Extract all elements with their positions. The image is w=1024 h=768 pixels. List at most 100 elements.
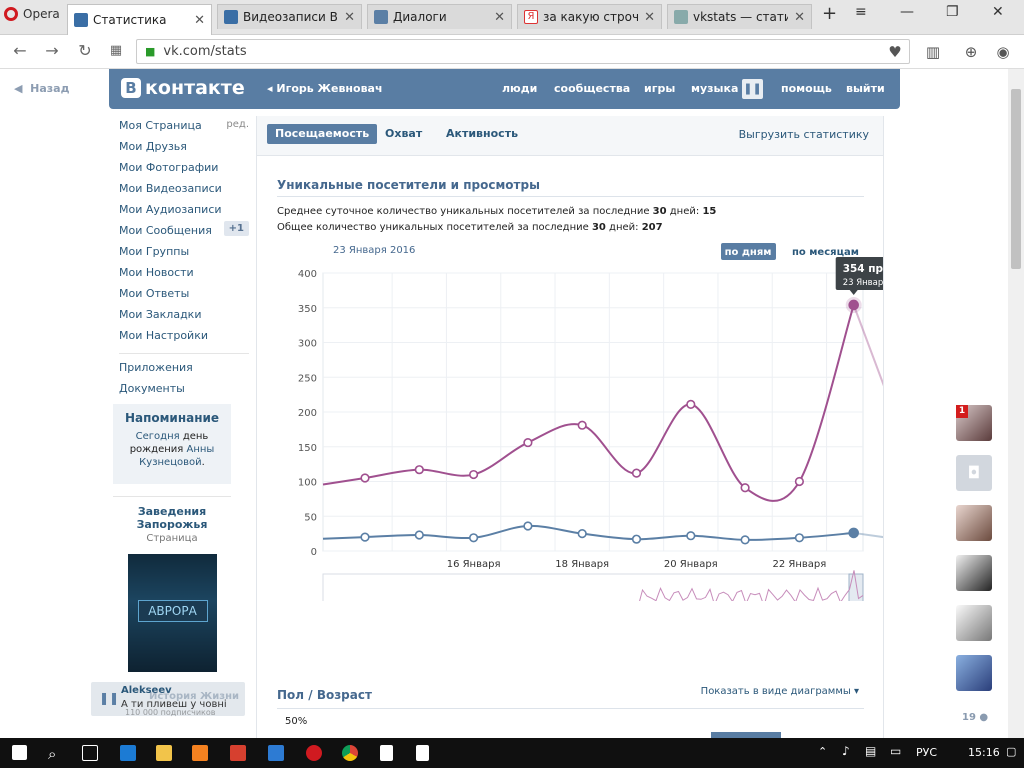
- edge-icon[interactable]: [120, 745, 136, 761]
- close-tab-icon[interactable]: ✕: [344, 10, 355, 25]
- tab-reach[interactable]: Охват: [377, 124, 430, 144]
- edit-link[interactable]: ред.: [226, 119, 249, 130]
- ad-image[interactable]: АВРОРА: [127, 554, 217, 672]
- friend-avatar[interactable]: [956, 655, 992, 691]
- language-indicator[interactable]: РУС: [916, 746, 937, 759]
- nav-logout[interactable]: выйти: [846, 82, 885, 95]
- nav-games[interactable]: игры: [644, 82, 675, 95]
- total-visitors-line: Общее количество уникальных посетителей …: [277, 222, 663, 233]
- tab-attendance[interactable]: Посещаемость: [267, 124, 378, 144]
- nav-help[interactable]: помощь: [781, 82, 832, 95]
- ad-block[interactable]: Заведения Запорожья Страница АВРОРА: [113, 496, 231, 672]
- sidebar-item-messages[interactable]: Мои Сообщения +1: [119, 221, 249, 245]
- tab-activity[interactable]: Активность: [438, 124, 526, 144]
- music-pause-icon[interactable]: ❚❚: [742, 79, 763, 99]
- keyboard-icon[interactable]: ▭: [890, 744, 901, 758]
- minimize-icon[interactable]: —: [900, 4, 914, 20]
- url-field[interactable]: ■ vk.com/stats: [136, 39, 910, 64]
- opera-taskbar-icon[interactable]: [306, 745, 322, 761]
- close-tab-icon[interactable]: ✕: [494, 10, 505, 25]
- speed-dial-grid-icon[interactable]: ▦: [106, 41, 126, 61]
- nav-people[interactable]: люди: [502, 82, 537, 95]
- vkstats-extension-icon[interactable]: ▥: [924, 43, 942, 61]
- back-link[interactable]: ◀ Назад: [14, 82, 69, 95]
- tab-dialogs[interactable]: Диалоги ✕: [367, 4, 512, 29]
- ad-subtitle: Страница: [146, 533, 198, 544]
- reload-icon[interactable]: ↻: [75, 41, 95, 61]
- friends-online-count[interactable]: 19 ●: [962, 712, 988, 723]
- volume-icon[interactable]: ♪: [842, 744, 850, 758]
- sidebar-item-answers[interactable]: Мои Ответы: [119, 287, 249, 308]
- windows-start-icon[interactable]: [12, 745, 27, 760]
- tab-yandex[interactable]: Я за какую строчку... ✕: [517, 4, 662, 29]
- lock-icon: ■: [145, 45, 156, 58]
- player-pause-icon[interactable]: ❚❚: [99, 691, 119, 705]
- document-icon[interactable]: [416, 745, 429, 761]
- heart-icon[interactable]: ♥: [886, 43, 904, 61]
- clock[interactable]: 15:16: [968, 746, 1000, 759]
- reminder-today-link[interactable]: Сегодня: [136, 431, 180, 442]
- audio-app-icon[interactable]: [268, 745, 284, 761]
- tab-vkstats[interactable]: vkstats — статист... ✕: [667, 4, 812, 29]
- maximize-icon[interactable]: ❐: [946, 4, 959, 20]
- user-name-link[interactable]: ◂ Игорь Жевновач: [267, 82, 383, 95]
- forward-arrow-icon[interactable]: →: [42, 41, 62, 61]
- tab-statistics[interactable]: Статистика ✕: [67, 4, 212, 35]
- current-date-label: 23 Января 2016: [333, 245, 415, 256]
- friend-avatar[interactable]: [956, 505, 992, 541]
- age-axis-tick: 50%: [285, 716, 308, 727]
- export-stats-link[interactable]: Выгрузить статистику: [739, 128, 869, 141]
- sidebar-item-videos[interactable]: Мои Видеозаписи: [119, 182, 249, 203]
- download-icon[interactable]: ⊕: [962, 43, 980, 61]
- tab-menu-icon[interactable]: ≡: [855, 4, 867, 20]
- close-tab-icon[interactable]: ✕: [644, 10, 655, 25]
- notifications-icon[interactable]: ▢: [1006, 745, 1016, 758]
- period-by-month-link[interactable]: по месяцам: [792, 247, 859, 258]
- sidebar-item-documents[interactable]: Документы: [119, 382, 249, 403]
- nav-communities[interactable]: сообщества: [554, 82, 630, 95]
- chevron-up-icon[interactable]: ⌃: [818, 745, 827, 758]
- visitors-chart: 0 50 100 150 200 250 300 350 400 16 Января 18 Янва…: [257, 241, 936, 637]
- reminder-title: Напоминание: [124, 411, 220, 425]
- file-explorer-icon[interactable]: [156, 745, 172, 761]
- opera-logo-icon: [4, 7, 18, 21]
- task-view-icon[interactable]: [82, 745, 98, 761]
- sidebar-item-settings[interactable]: Мои Настройки: [119, 329, 249, 350]
- close-tab-icon[interactable]: ✕: [794, 10, 805, 25]
- media-player-icon[interactable]: [192, 745, 208, 761]
- new-tab-plus-icon[interactable]: +: [822, 3, 837, 24]
- document-icon[interactable]: [380, 745, 393, 761]
- vk-logo[interactable]: В контакте: [121, 77, 245, 99]
- app-icon[interactable]: [230, 745, 246, 761]
- camera-icon[interactable]: ◘: [956, 455, 992, 491]
- browser-tab-bar: Opera Статистика ✕ Видеозаписи Ва... ✕ Д…: [0, 0, 1024, 35]
- opera-menu-button[interactable]: Opera: [0, 0, 62, 28]
- data-point: [794, 533, 805, 543]
- nav-music[interactable]: музыка: [691, 82, 738, 95]
- sidebar-item-groups[interactable]: Мои Группы: [119, 245, 249, 266]
- account-icon[interactable]: ◉: [994, 43, 1012, 61]
- mini-player[interactable]: ❚❚ Alekseev А ти пливеш у човні История …: [91, 682, 245, 717]
- close-tab-icon[interactable]: ✕: [194, 13, 205, 28]
- sidebar-item-my-page[interactable]: Моя Страница ред.: [119, 119, 249, 140]
- sidebar-item-label: Мои Новости: [119, 266, 194, 279]
- close-window-icon[interactable]: ✕: [992, 4, 1004, 20]
- scrollbar-thumb[interactable]: [1011, 89, 1021, 269]
- show-diagram-link[interactable]: Показать в виде диаграммы ▾: [701, 686, 859, 697]
- friend-avatar[interactable]: [956, 605, 992, 641]
- ad-title[interactable]: Заведения Запорожья: [113, 505, 231, 531]
- sidebar-divider: [119, 353, 249, 354]
- chrome-icon[interactable]: [342, 745, 358, 761]
- network-icon[interactable]: ▤: [865, 744, 876, 758]
- section-divider: [277, 708, 864, 709]
- sidebar-item-news[interactable]: Мои Новости: [119, 266, 249, 287]
- friend-avatar[interactable]: [956, 555, 992, 591]
- sidebar-item-friends[interactable]: Мои Друзья: [119, 140, 249, 161]
- search-icon[interactable]: ⌕: [48, 745, 64, 763]
- back-arrow-icon[interactable]: ←: [10, 41, 30, 61]
- tab-videos[interactable]: Видеозаписи Ва... ✕: [217, 4, 362, 29]
- page-scrollbar[interactable]: [1008, 69, 1024, 738]
- sidebar-item-photos[interactable]: Мои Фотографии: [119, 161, 249, 182]
- sidebar-item-bookmarks[interactable]: Мои Закладки: [119, 308, 249, 329]
- sidebar-item-apps[interactable]: Приложения: [119, 361, 249, 382]
